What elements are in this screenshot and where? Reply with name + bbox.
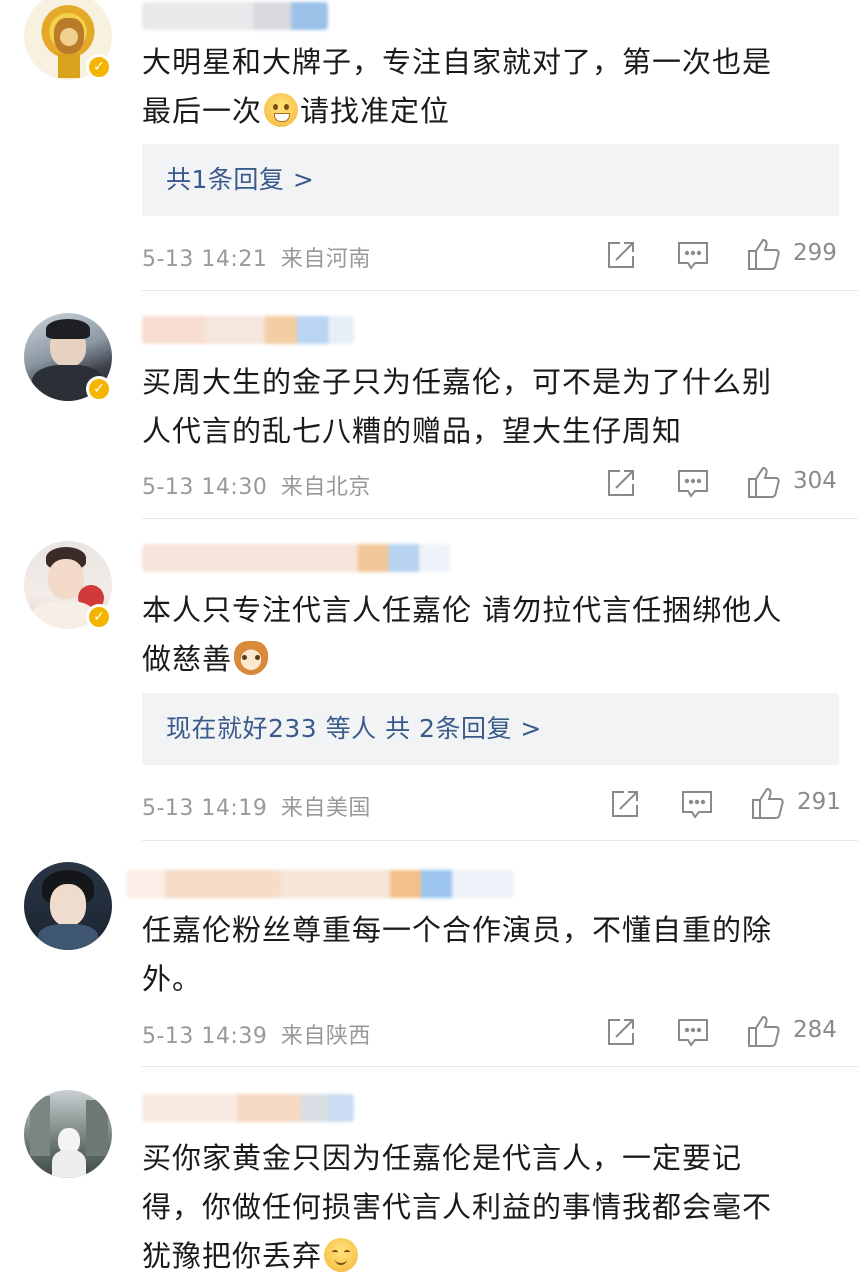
comment-meta: 5-13 14:19 来自美国 bbox=[142, 790, 371, 822]
username-redacted bbox=[126, 870, 514, 898]
comment-meta: 5-13 14:39 来自陕西 bbox=[142, 1018, 371, 1050]
username-redacted bbox=[142, 544, 450, 572]
timestamp: 5-13 14:39 bbox=[142, 1024, 268, 1049]
location: 来自陕西 bbox=[280, 1024, 371, 1049]
reply-box[interactable]: 共1条回复 > bbox=[142, 144, 839, 216]
comment-text: 本人只专注代言人任嘉伦 请勿拉代言任捆绑他人 做慈善 bbox=[142, 593, 783, 676]
share-icon[interactable] bbox=[606, 468, 636, 498]
share-icon[interactable] bbox=[606, 1017, 636, 1047]
username-redacted bbox=[142, 316, 354, 344]
thumbs-up-icon[interactable] bbox=[751, 786, 785, 820]
comment-text: 买周大生的金子只为任嘉伦，可不是为了什么别 人代言的乱七八糟的赠品，望大生仔周知 bbox=[142, 365, 773, 448]
comment-meta: 5-13 14:21 来自河南 bbox=[142, 241, 371, 273]
thumbs-up-icon[interactable] bbox=[747, 465, 781, 499]
verified-badge-icon: ✓ bbox=[86, 54, 112, 80]
comment-meta: 5-13 14:30 来自北京 bbox=[142, 469, 371, 501]
verified-badge-icon: ✓ bbox=[86, 604, 112, 630]
like-count: 291 bbox=[797, 789, 841, 815]
reply-link[interactable]: 共1条回复 > bbox=[166, 144, 314, 216]
thumbs-up-icon[interactable] bbox=[747, 237, 781, 271]
comment-text: 大明星和大牌子，专注自家就对了，第一次也是 最后一次 请找准定位 bbox=[142, 45, 773, 128]
comment-icon[interactable] bbox=[681, 789, 713, 819]
comment-icon[interactable] bbox=[677, 240, 709, 270]
location: 来自河南 bbox=[280, 247, 371, 272]
grinning-emoji-icon bbox=[264, 93, 299, 127]
like-count: 284 bbox=[793, 1017, 837, 1043]
divider bbox=[142, 840, 858, 841]
thumbs-up-icon[interactable] bbox=[747, 1014, 781, 1048]
like-count: 299 bbox=[793, 240, 837, 266]
location: 来自美国 bbox=[280, 796, 371, 821]
comment-text: 任嘉伦粉丝尊重每一个合作演员，不懂自重的除 外。 bbox=[142, 913, 773, 996]
username-redacted bbox=[142, 1094, 354, 1122]
location: 来自北京 bbox=[280, 475, 371, 500]
verified-badge-icon: ✓ bbox=[86, 376, 112, 402]
comment-icon[interactable] bbox=[677, 468, 709, 498]
like-count: 304 bbox=[793, 468, 837, 494]
cat-emoji-icon bbox=[234, 641, 269, 675]
divider bbox=[142, 518, 858, 519]
comment-text: 买你家黄金只因为任嘉伦是代言人，一定要记 得，你做任何损害代言人利益的事情我都会… bbox=[142, 1141, 773, 1273]
timestamp: 5-13 14:30 bbox=[142, 475, 268, 500]
avatar[interactable] bbox=[24, 862, 112, 950]
username-redacted bbox=[142, 2, 328, 30]
comment-icon[interactable] bbox=[677, 1017, 709, 1047]
timestamp: 5-13 14:19 bbox=[142, 796, 268, 821]
share-icon[interactable] bbox=[610, 789, 640, 819]
avatar[interactable] bbox=[24, 1090, 112, 1178]
smile-emoji-icon bbox=[324, 1238, 359, 1272]
timestamp: 5-13 14:21 bbox=[142, 247, 268, 272]
reply-link[interactable]: 现在就好233 等人 共 2条回复 > bbox=[166, 693, 542, 765]
divider bbox=[142, 290, 858, 291]
reply-box[interactable]: 现在就好233 等人 共 2条回复 > bbox=[142, 693, 839, 765]
share-icon[interactable] bbox=[606, 240, 636, 270]
divider bbox=[142, 1066, 858, 1067]
